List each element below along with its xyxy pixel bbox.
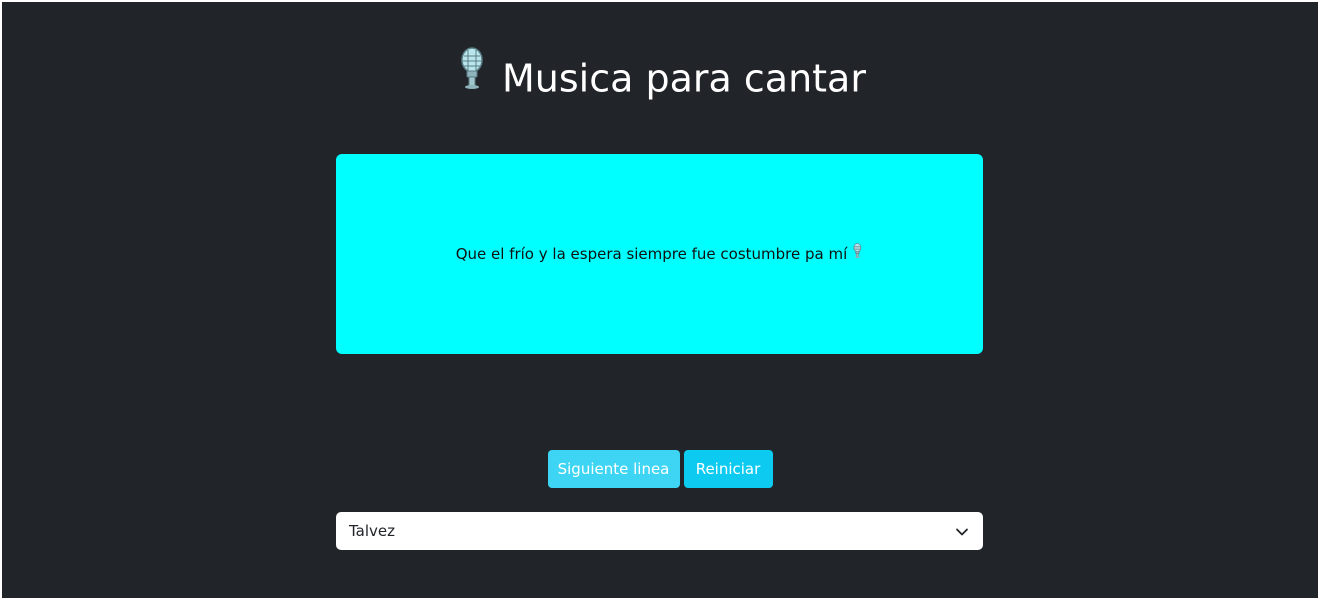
- song-select-value: Talvez: [349, 522, 396, 540]
- chevron-down-icon: [955, 524, 969, 538]
- song-select[interactable]: Talvez: [336, 512, 983, 550]
- lyric-card: Que el frío y la espera siempre fue cost…: [336, 154, 983, 354]
- microphone-icon: [851, 242, 863, 263]
- lyric-line-text: Que el frío y la espera siempre fue cost…: [455, 244, 848, 263]
- controls-row: Siguiente linea Reiniciar: [2, 450, 1318, 488]
- reset-button[interactable]: Reiniciar: [683, 450, 773, 488]
- page-title: Musica para cantar: [2, 47, 1318, 107]
- app-container: Musica para cantar Que el frío y la espe…: [2, 2, 1318, 598]
- next-line-button[interactable]: Siguiente linea: [547, 450, 680, 488]
- page-title-text: Musica para cantar: [502, 56, 866, 101]
- lyric-line: Que el frío y la espera siempre fue cost…: [455, 242, 864, 264]
- microphone-icon: [454, 47, 488, 104]
